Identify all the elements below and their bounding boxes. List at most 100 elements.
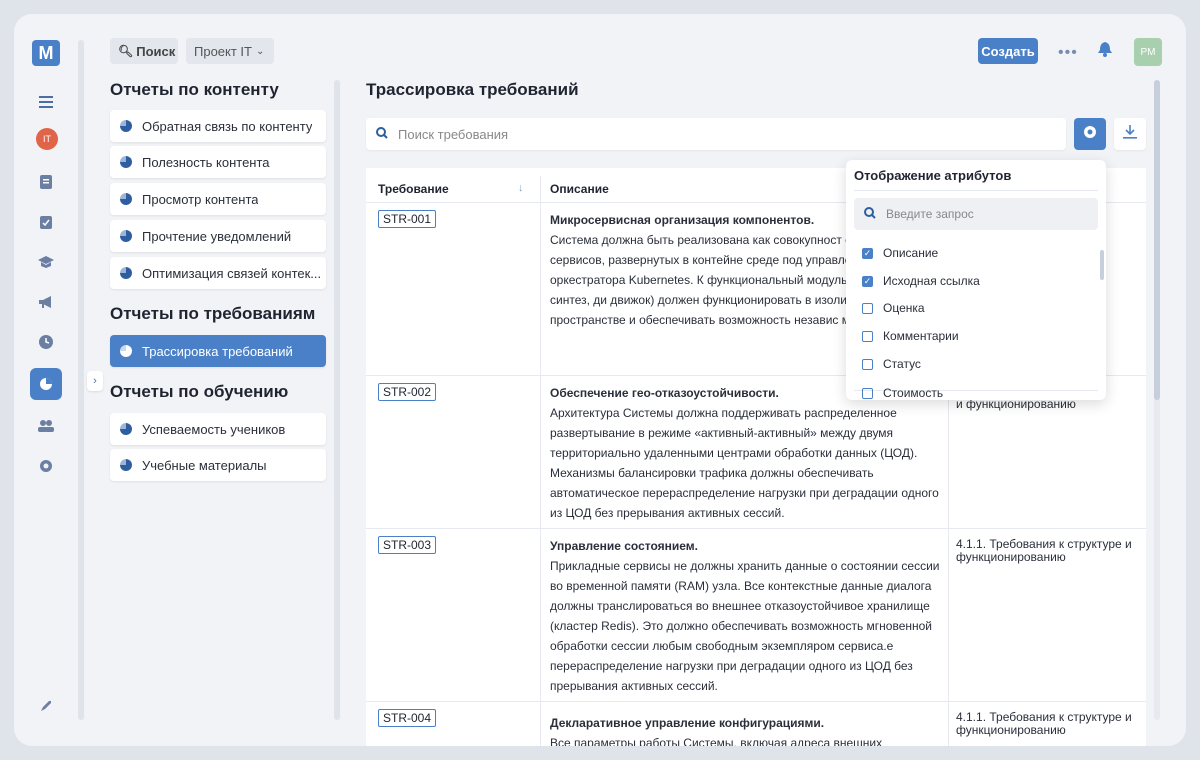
- search-button-label: Поиск: [136, 43, 176, 59]
- nav-rail: M IT: [14, 14, 78, 746]
- logo[interactable]: M: [32, 40, 60, 66]
- gear-icon[interactable]: [34, 454, 58, 478]
- chevron-right-icon[interactable]: ›: [87, 371, 103, 391]
- checkbox[interactable]: [862, 330, 873, 342]
- report-item-label: Оптимизация связей контек...: [142, 265, 322, 281]
- attribute-option-label: Комментарии: [883, 329, 959, 343]
- megaphone-icon[interactable]: [34, 290, 58, 314]
- user-avatar[interactable]: PM: [1134, 38, 1162, 66]
- requirement-body: Архитектура Системы должна поддерживать …: [550, 406, 939, 520]
- pie-chart-icon[interactable]: [30, 368, 62, 400]
- search-placeholder: Поиск требования: [398, 126, 509, 142]
- report-item[interactable]: Полезность контента: [110, 146, 326, 178]
- scrollbar-thumb[interactable]: [1154, 80, 1160, 400]
- bell-icon[interactable]: [1098, 42, 1112, 61]
- attribute-option[interactable]: Оценка: [862, 300, 925, 316]
- requirement-description: Обеспечение гео-отказоустойчивости. Архи…: [550, 383, 950, 523]
- popover-divider: [854, 190, 1098, 191]
- column-header-description[interactable]: Описание: [550, 182, 609, 196]
- requirements-reports-title: Отчеты по требованиям: [110, 304, 316, 323]
- report-item-active[interactable]: Трассировка требований: [110, 335, 326, 367]
- attribute-search-input[interactable]: Введите запрос: [854, 198, 1098, 230]
- report-item-label: Успеваемость учеников: [142, 421, 286, 437]
- attribute-option[interactable]: Стоимость: [862, 385, 943, 400]
- requirement-id[interactable]: STR-002: [378, 383, 437, 401]
- report-item[interactable]: Обратная связь по контенту: [110, 110, 326, 142]
- gear-icon: [1083, 125, 1097, 144]
- popover-title: Отображение атрибутов: [854, 168, 1012, 183]
- pie-chart-icon: [120, 345, 132, 357]
- rocket-icon[interactable]: [34, 694, 58, 718]
- more-icon[interactable]: •••: [1058, 44, 1078, 62]
- download-button[interactable]: [1114, 118, 1146, 150]
- report-item-label: Обратная связь по контенту: [142, 118, 313, 134]
- checkbox[interactable]: [862, 387, 873, 399]
- requirement-id[interactable]: STR-004: [378, 709, 437, 727]
- attribute-option-label: Статус: [883, 357, 921, 371]
- requirement-title: Декларативное управление конфигурациями.: [550, 716, 825, 730]
- chevron-down-icon: ⌄: [256, 45, 265, 57]
- checkbox-checked[interactable]: ✓: [862, 275, 873, 287]
- search-icon: [864, 206, 876, 222]
- search-button[interactable]: 🔍︎ Поиск: [110, 38, 178, 64]
- report-item[interactable]: Прочтение уведомлений: [110, 220, 326, 252]
- report-item[interactable]: Просмотр контента: [110, 183, 326, 215]
- requirement-body: Все параметры работы Системы, включая ад…: [550, 736, 883, 746]
- attribute-option[interactable]: ✓ Исходная ссылка: [862, 273, 980, 289]
- search-icon: [376, 126, 388, 142]
- page-title: Трассировка требований: [366, 80, 579, 99]
- checkbox[interactable]: [862, 358, 873, 370]
- search-icon: 🔍︎: [118, 44, 134, 58]
- report-item-label: Полезность контента: [142, 154, 270, 170]
- project-select-label: Проект IT: [194, 43, 252, 59]
- pie-chart-icon: [120, 230, 132, 242]
- attribute-option-label: Стоимость: [883, 386, 944, 400]
- popover-scrollbar[interactable]: [1100, 250, 1104, 280]
- checkbox-checked[interactable]: ✓: [862, 247, 873, 259]
- pie-chart-icon: [120, 267, 132, 279]
- report-item-label: Учебные материалы: [142, 457, 267, 473]
- project-avatar[interactable]: IT: [36, 128, 58, 150]
- requirement-id[interactable]: STR-001: [378, 210, 437, 228]
- column-header-requirement[interactable]: Требование: [378, 182, 449, 196]
- requirement-description: Управление состоянием. Прикладные сервис…: [550, 536, 950, 696]
- requirement-id[interactable]: STR-003: [378, 536, 437, 554]
- checkbox[interactable]: [862, 302, 873, 314]
- requirement-title: Управление состоянием.: [550, 539, 699, 553]
- settings-button[interactable]: [1074, 118, 1106, 150]
- graduation-icon[interactable]: [34, 250, 58, 274]
- report-item[interactable]: Успеваемость учеников: [110, 413, 326, 445]
- attribute-option-label: Исходная ссылка: [883, 274, 980, 288]
- pie-chart-icon: [120, 156, 132, 168]
- main-scrollbar[interactable]: [1154, 80, 1160, 720]
- project-select[interactable]: Проект IT ⌄: [186, 38, 274, 64]
- attribute-option[interactable]: Комментарии: [862, 328, 959, 344]
- requirement-description: Декларативное управление конфигурациями.…: [550, 713, 950, 746]
- row-divider: [366, 701, 1146, 702]
- pie-chart-icon: [120, 423, 132, 435]
- menu-icon[interactable]: [34, 90, 58, 114]
- report-item-label: Прочтение уведомлений: [142, 228, 292, 244]
- clock-icon[interactable]: [34, 330, 58, 354]
- create-button[interactable]: Создать: [978, 38, 1038, 64]
- download-icon: [1123, 124, 1137, 144]
- attribute-option[interactable]: ✓ Описание: [862, 245, 938, 261]
- column-divider: [540, 176, 541, 746]
- document-icon[interactable]: [34, 170, 58, 194]
- report-item[interactable]: Оптимизация связей контек...: [110, 257, 326, 289]
- learning-reports-title: Отчеты по обучению: [110, 382, 289, 401]
- report-item-label: Трассировка требований: [142, 343, 293, 359]
- users-icon[interactable]: [34, 414, 58, 438]
- pie-chart-icon: [120, 459, 132, 471]
- pie-chart-icon: [120, 120, 132, 132]
- attribute-option-label: Оценка: [883, 301, 925, 315]
- attribute-option[interactable]: Статус: [862, 356, 921, 372]
- attribute-option-label: Описание: [883, 246, 939, 260]
- clipboard-icon[interactable]: [34, 210, 58, 234]
- report-item[interactable]: Учебные материалы: [110, 449, 326, 481]
- requirement-search-input[interactable]: Поиск требования: [366, 118, 1066, 150]
- rail-divider: [78, 40, 84, 720]
- search-placeholder: Введите запрос: [886, 207, 974, 221]
- row-divider: [366, 528, 1146, 529]
- sort-arrow-icon[interactable]: ↓: [518, 182, 524, 194]
